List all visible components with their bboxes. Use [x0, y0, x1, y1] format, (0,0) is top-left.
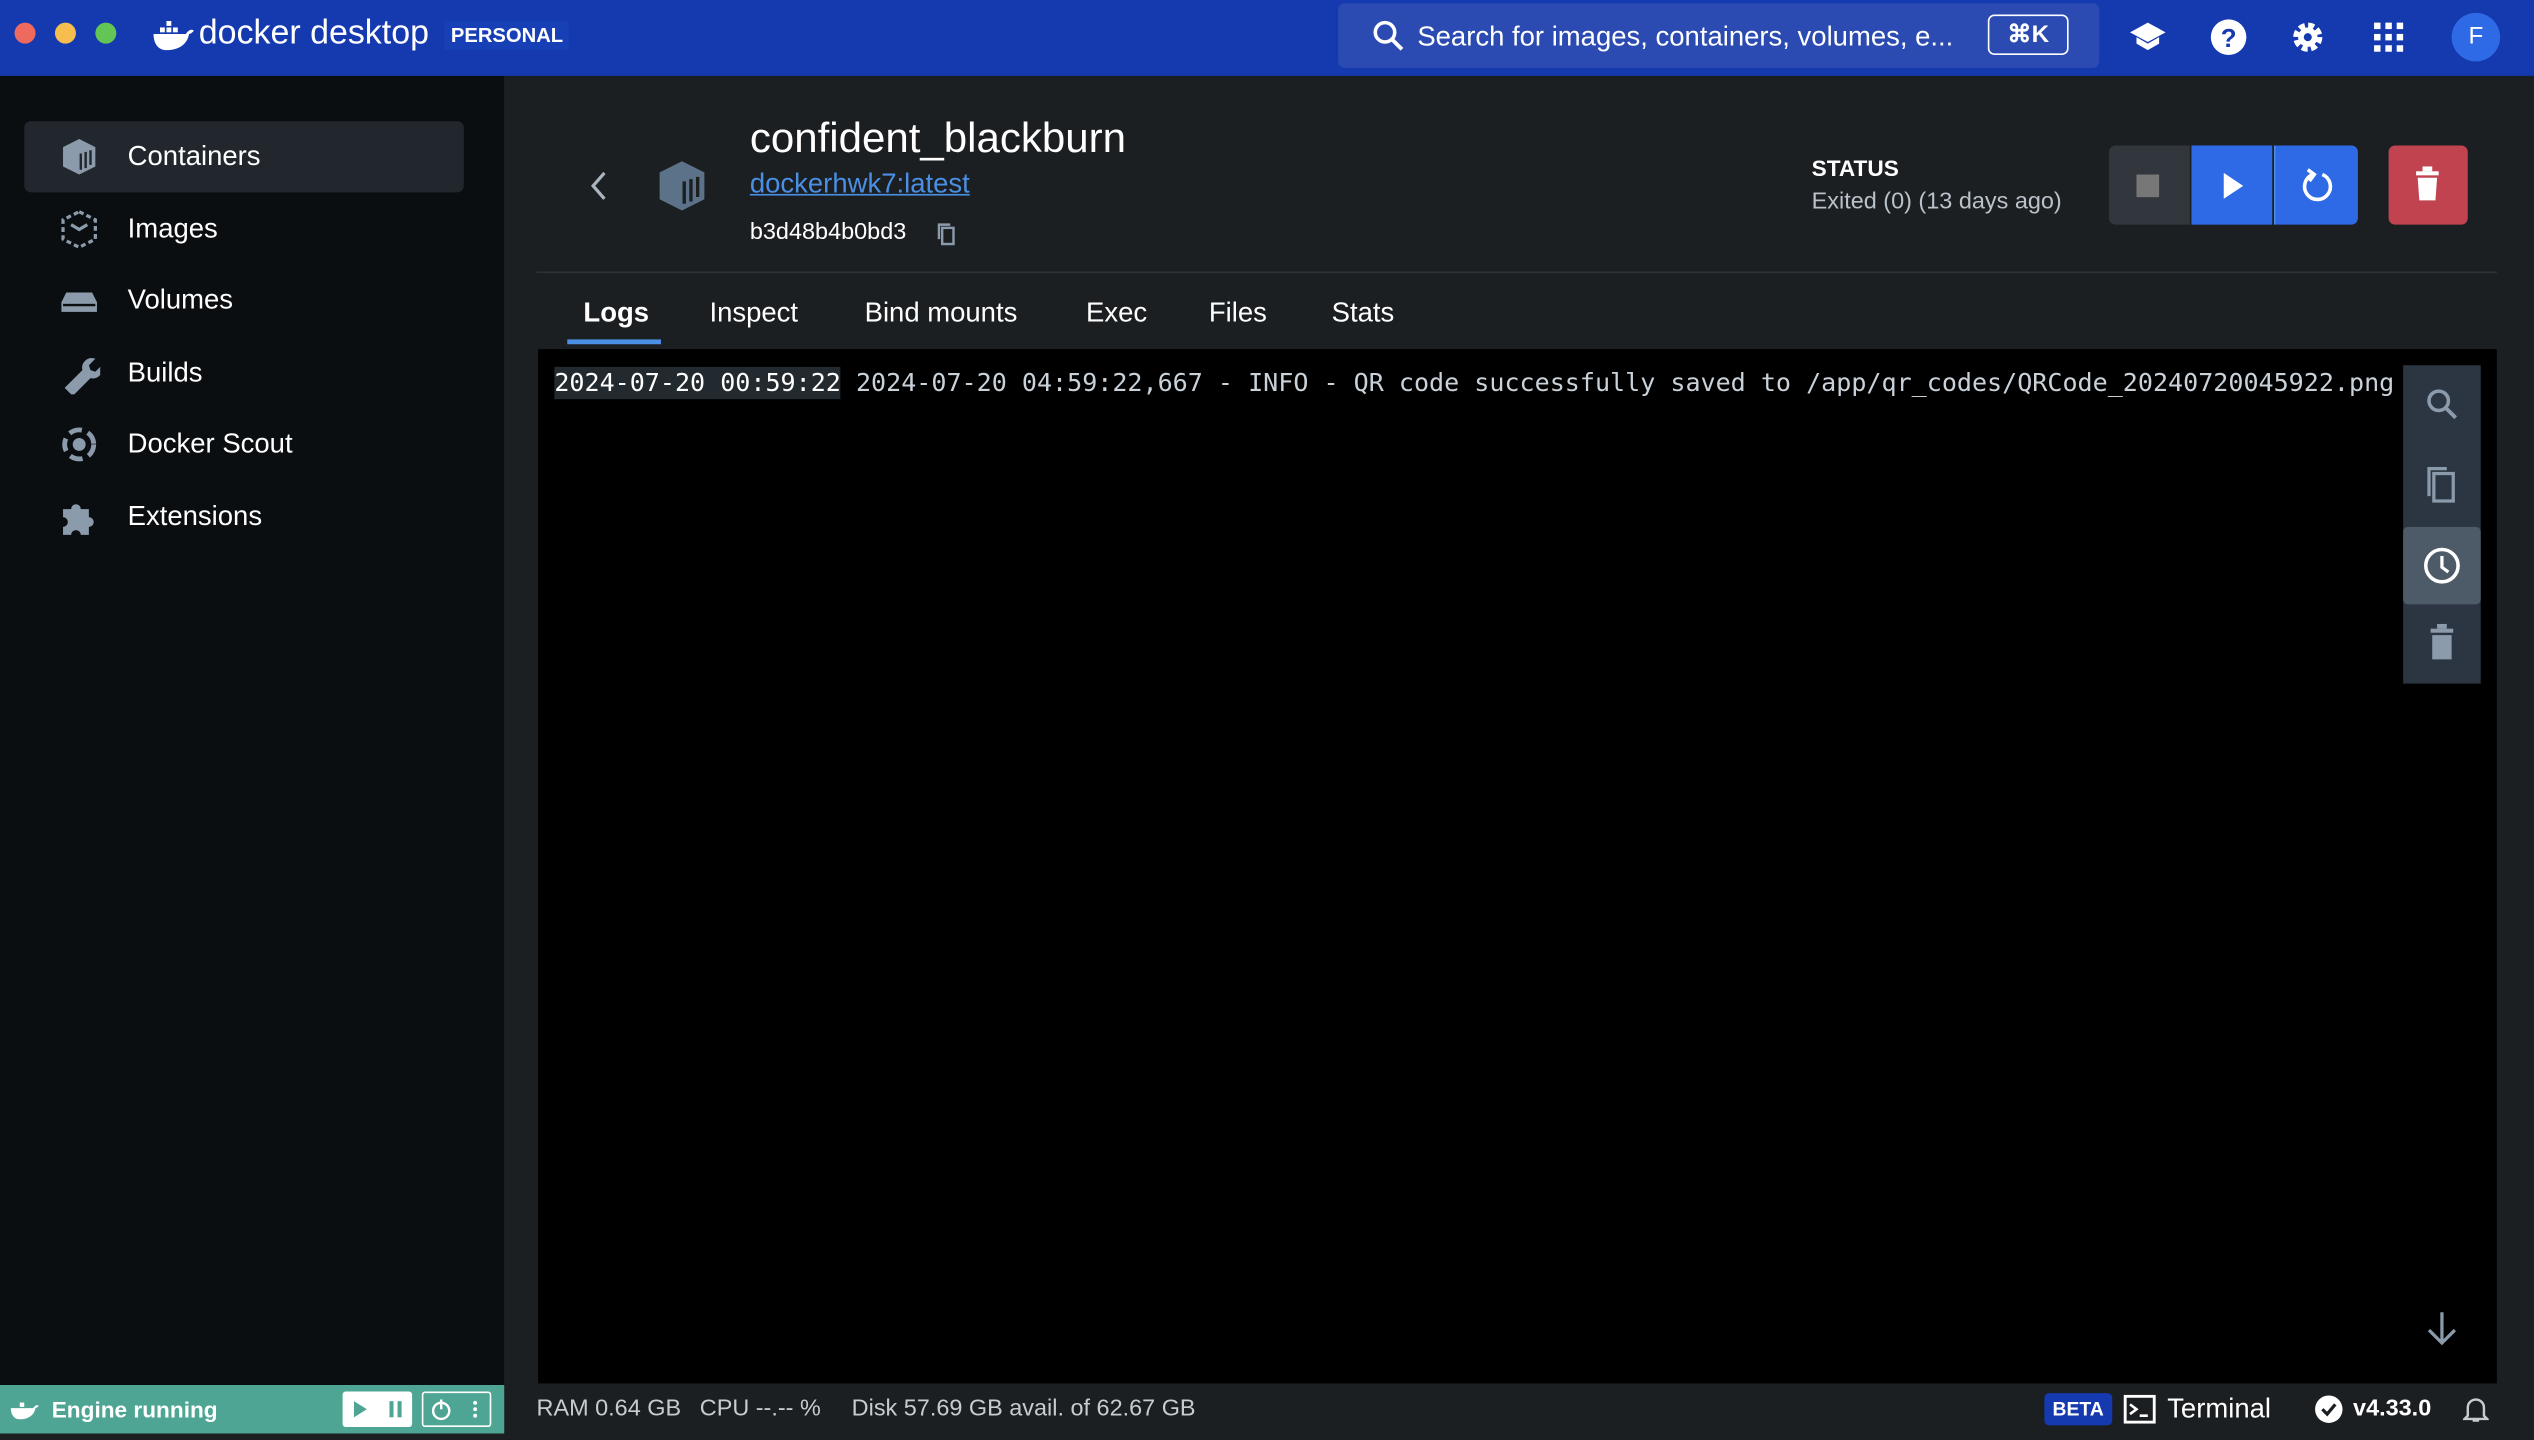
tab-stats[interactable]: Stats	[1332, 297, 1395, 329]
engine-status: Engine running	[0, 1384, 505, 1434]
sidebar: Containers Images Volumes Builds Docker …	[0, 75, 505, 1385]
header-divider	[536, 271, 2497, 274]
sidebar-item-docker-scout[interactable]: Docker Scout	[24, 409, 464, 480]
tab-bind-mounts[interactable]: Bind mounts	[865, 297, 1018, 329]
extensions-grid-icon[interactable]	[2369, 18, 2408, 57]
log-timestamp: 2024-07-20 00:59:22	[554, 366, 841, 400]
docker-whale-icon	[153, 21, 194, 51]
container-name: confident_blackburn	[749, 113, 1126, 162]
scroll-to-bottom-icon[interactable]	[2423, 1307, 2462, 1349]
close-window-button[interactable]	[14, 22, 36, 44]
engine-power-menu-buttons[interactable]	[421, 1391, 492, 1428]
minimize-window-button[interactable]	[54, 22, 76, 44]
play-icon	[2223, 172, 2244, 199]
ram-usage: RAM 0.64 GB	[536, 1396, 682, 1423]
sidebar-item-images[interactable]: Images	[24, 194, 464, 265]
sidebar-item-label: Docker Scout	[127, 428, 293, 459]
svg-text:?: ?	[2221, 25, 2237, 53]
tab-inspect[interactable]: Inspect	[709, 297, 798, 329]
sidebar-item-extensions[interactable]: Extensions	[24, 482, 464, 553]
beta-badge: BETA	[2044, 1393, 2112, 1426]
engine-status-text: Engine running	[51, 1396, 218, 1423]
settings-gear-icon[interactable]	[2288, 18, 2327, 57]
status-value: Exited (0) (13 days ago)	[1811, 189, 2062, 215]
engine-play-pause-buttons[interactable]	[342, 1391, 413, 1428]
container-icon	[659, 161, 705, 211]
restart-icon	[2302, 168, 2333, 202]
status-label: STATUS	[1811, 155, 1899, 182]
container-detail: confident_blackburn dockerhwk7:latest b3…	[504, 75, 2534, 1385]
status-bar: Engine running RAM 0.64 GB CPU --.-- % D…	[0, 1384, 2534, 1440]
stop-icon	[2136, 174, 2160, 198]
sidebar-item-builds[interactable]: Builds	[24, 338, 464, 409]
active-tab-indicator	[567, 339, 661, 345]
search-shortcut: ⌘K	[1987, 14, 2069, 55]
start-button[interactable]	[2191, 145, 2273, 225]
clear-logs-icon[interactable]	[2426, 623, 2458, 663]
restart-button[interactable]	[2273, 145, 2358, 225]
image-icon	[61, 209, 97, 250]
help-icon[interactable]: ?	[2209, 18, 2248, 57]
sidebar-item-label: Volumes	[127, 284, 234, 316]
log-message: 2024-07-20 04:59:22,667 - INFO - QR code…	[855, 368, 2395, 398]
version[interactable]: v4.33.0	[2353, 1396, 2431, 1422]
log-toolbar	[2403, 365, 2481, 684]
copy-id-icon[interactable]	[936, 221, 959, 247]
cpu-usage: CPU --.-- %	[699, 1396, 821, 1423]
search-icon	[1373, 20, 1404, 51]
plan-badge: PERSONAL	[444, 21, 570, 51]
sidebar-item-label: Builds	[127, 357, 203, 388]
toggle-timestamps-button[interactable]	[2403, 526, 2481, 605]
container-id: b3d48b4b0bd3	[749, 219, 907, 246]
sidebar-item-label: Containers	[127, 140, 261, 172]
app-brand: docker desktop	[199, 15, 429, 54]
tab-exec[interactable]: Exec	[1086, 297, 1147, 329]
stop-button[interactable]	[2109, 145, 2190, 225]
sidebar-item-label: Extensions	[127, 500, 263, 532]
search-logs-icon[interactable]	[2423, 385, 2462, 424]
title-bar: docker desktop PERSONAL Search for image…	[0, 0, 2534, 76]
app-brand-text: docker desktop	[198, 14, 429, 52]
learning-center-icon[interactable]	[2128, 18, 2167, 57]
back-chevron-icon[interactable]	[588, 170, 611, 202]
image-link[interactable]: dockerhwk7:latest	[750, 168, 970, 200]
user-avatar[interactable]: F	[2451, 12, 2501, 62]
log-line: 2024-07-20 00:59:22 2024-07-20 04:59:22,…	[554, 366, 2395, 400]
terminal-icon[interactable]	[2123, 1394, 2156, 1424]
puzzle-icon	[63, 504, 94, 535]
update-check-icon	[2315, 1395, 2343, 1423]
notifications-bell-icon[interactable]	[2462, 1395, 2489, 1424]
global-search[interactable]: Search for images, containers, volumes, …	[1338, 3, 2100, 68]
terminal-button[interactable]: Terminal	[2167, 1393, 2271, 1425]
play-pause-icon	[353, 1401, 402, 1418]
volume-icon	[61, 292, 97, 312]
search-input[interactable]: Search for images, containers, volumes, …	[1417, 21, 1953, 53]
maximize-window-button[interactable]	[95, 22, 117, 44]
log-viewer[interactable]: 2024-07-20 00:59:22 2024-07-20 04:59:22,…	[538, 349, 2497, 1384]
copy-logs-icon[interactable]	[2423, 464, 2462, 506]
wrench-icon	[64, 358, 101, 395]
container-icon	[63, 138, 96, 175]
docker-whale-icon	[10, 1402, 39, 1420]
sidebar-item-volumes[interactable]: Volumes	[24, 265, 464, 336]
sidebar-item-containers[interactable]: Containers	[24, 121, 464, 193]
clock-icon	[2423, 547, 2460, 584]
disk-usage: Disk 57.69 GB avail. of 62.67 GB	[851, 1396, 1196, 1423]
tab-logs[interactable]: Logs	[583, 297, 649, 329]
tab-files[interactable]: Files	[1209, 297, 1267, 329]
power-icon	[431, 1399, 478, 1421]
trash-icon	[2416, 166, 2439, 201]
scout-icon	[62, 427, 97, 462]
sidebar-item-label: Images	[127, 213, 218, 245]
delete-container-button[interactable]	[2388, 145, 2468, 225]
